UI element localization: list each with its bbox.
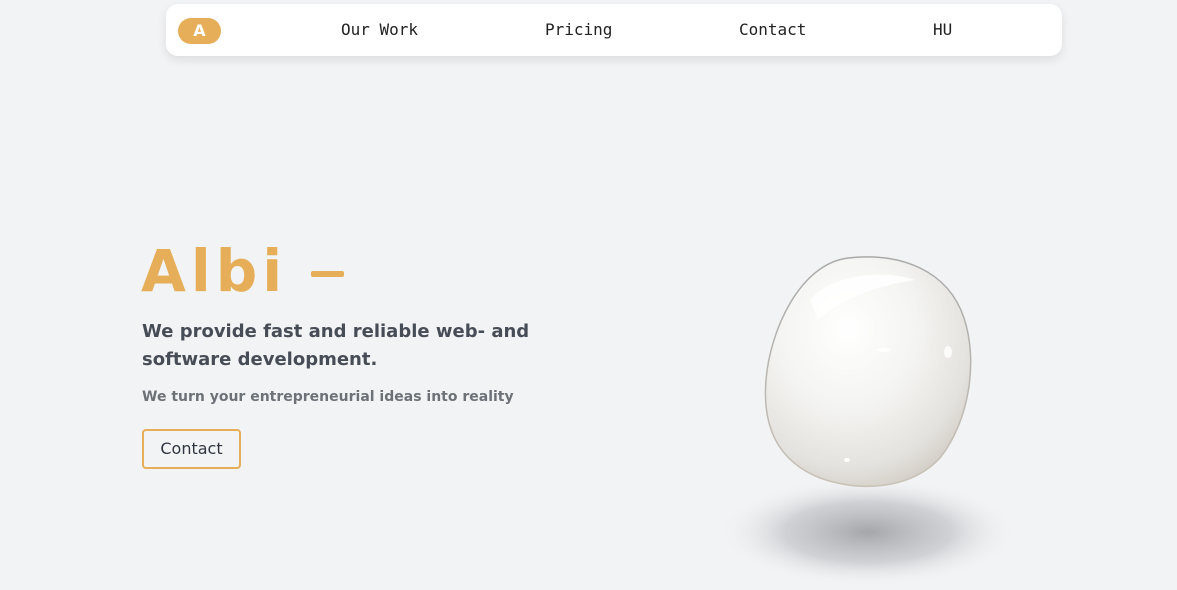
hero-tagline: We turn your entrepreneurial ideas into … bbox=[142, 389, 514, 405]
hero-title: Albi bbox=[141, 237, 288, 305]
landing-page: A Our Work Pricing Contact HU Albi We pr… bbox=[0, 0, 1177, 590]
typing-cursor-dash bbox=[311, 271, 344, 277]
blob-shadow bbox=[718, 477, 1018, 587]
language-switch[interactable]: HU bbox=[933, 20, 952, 40]
glossy-blob-image bbox=[700, 240, 1040, 590]
blob-svg bbox=[718, 256, 1018, 587]
logo-badge[interactable]: A bbox=[178, 18, 221, 44]
hero-subtitle: We provide fast and reliable web- and so… bbox=[142, 321, 530, 370]
contact-button[interactable]: Contact bbox=[142, 429, 241, 469]
blob-glint bbox=[876, 348, 890, 352]
nav-link-pricing[interactable]: Pricing bbox=[545, 20, 612, 40]
blob-glint-2 bbox=[944, 346, 952, 358]
top-navbar: A Our Work Pricing Contact HU bbox=[166, 4, 1062, 56]
nav-link-contact[interactable]: Contact bbox=[739, 20, 806, 40]
blob-glint-3 bbox=[844, 458, 850, 462]
nav-link-our-work[interactable]: Our Work bbox=[341, 20, 418, 40]
